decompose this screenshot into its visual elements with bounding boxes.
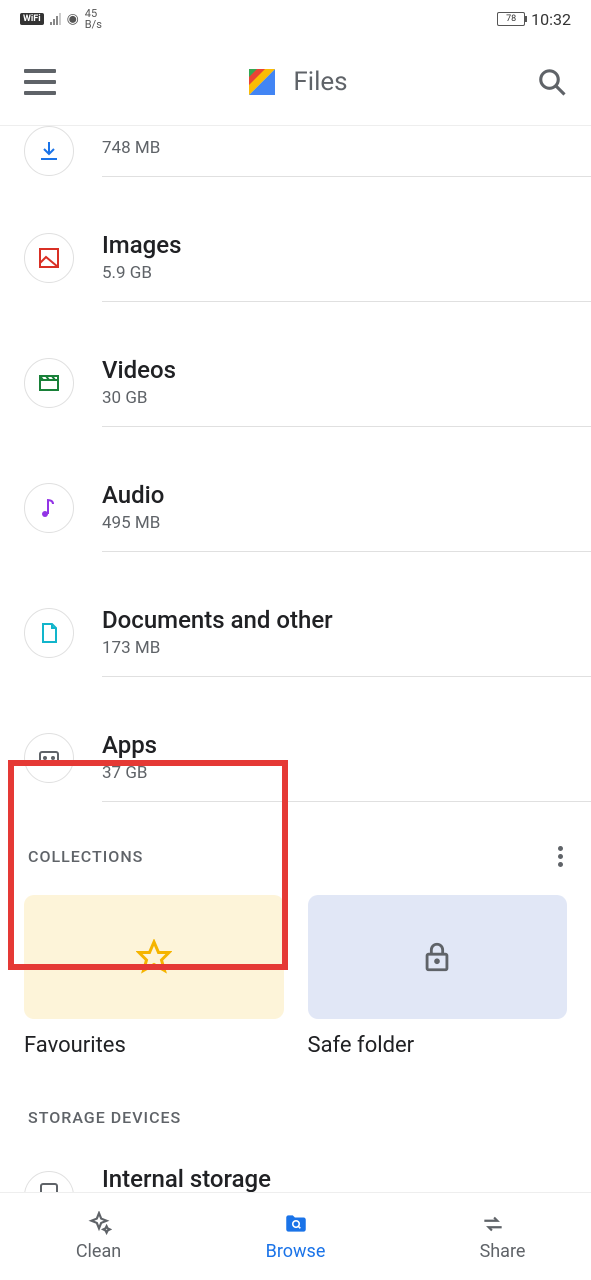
category-size: 5.9 GB (102, 263, 591, 283)
section-title: COLLECTIONS (28, 847, 143, 866)
wifi-badge: WiFi (20, 13, 44, 25)
image-icon (24, 233, 74, 283)
clock: 10:32 (531, 10, 571, 29)
nav-clean[interactable]: Clean (0, 1193, 197, 1280)
category-videos[interactable]: Videos 30 GB (0, 320, 591, 445)
files-logo-icon (245, 65, 279, 99)
category-name: Audio (102, 481, 591, 509)
nav-label: Share (480, 1241, 526, 1262)
star-icon (136, 939, 172, 975)
section-title: STORAGE DEVICES (28, 1108, 181, 1127)
collection-safe-folder[interactable]: Safe folder (308, 895, 568, 1058)
audio-icon (24, 483, 74, 533)
video-icon (24, 358, 74, 408)
menu-button[interactable] (24, 69, 56, 95)
network-speed: 45 B/s (85, 8, 102, 30)
folder-search-icon (283, 1211, 309, 1237)
category-audio[interactable]: Audio 495 MB (0, 445, 591, 570)
more-button[interactable] (554, 842, 567, 871)
storage-name: Internal storage (102, 1165, 591, 1192)
collection-label: Favourites (24, 1033, 284, 1058)
bottom-nav: Clean Browse Share (0, 1192, 591, 1280)
category-size: 748 MB (102, 138, 591, 158)
category-name: Documents and other (102, 606, 591, 634)
app-title: Files (293, 67, 347, 97)
collection-label: Safe folder (308, 1033, 568, 1058)
category-documents[interactable]: Documents and other 173 MB (0, 570, 591, 695)
category-name: Videos (102, 356, 591, 384)
battery-icon: 78 (497, 12, 525, 26)
category-size: 495 MB (102, 513, 591, 533)
category-size: 173 MB (102, 638, 591, 658)
category-size: 37 GB (102, 763, 591, 783)
nav-label: Browse (266, 1241, 326, 1262)
category-images[interactable]: Images 5.9 GB (0, 195, 591, 320)
signal-icon (50, 13, 61, 25)
document-icon (24, 608, 74, 658)
lock-icon (420, 940, 454, 974)
category-apps[interactable]: Apps 37 GB (0, 695, 591, 820)
collections-header: COLLECTIONS (0, 820, 591, 881)
swap-icon (480, 1211, 506, 1237)
category-name: Apps (102, 731, 591, 759)
category-size: 30 GB (102, 388, 591, 408)
sparkle-icon (86, 1211, 112, 1237)
storage-header: STORAGE DEVICES (0, 1078, 591, 1137)
category-name: Images (102, 231, 591, 259)
app-bar: Files (0, 38, 591, 126)
nav-browse[interactable]: Browse (197, 1193, 394, 1280)
search-button[interactable] (537, 67, 567, 97)
download-icon (24, 126, 74, 176)
phone-icon (24, 1171, 74, 1193)
nav-share[interactable]: Share (394, 1193, 591, 1280)
category-downloads[interactable]: 748 MB (0, 126, 591, 195)
wifi-icon: ◉ (67, 11, 79, 27)
collection-favourites[interactable]: Favourites (24, 895, 284, 1058)
apps-icon (24, 733, 74, 783)
storage-internal[interactable]: Internal storage 11 GB free (0, 1137, 591, 1192)
nav-label: Clean (76, 1241, 121, 1262)
category-list: 748 MB Images 5.9 GB Videos 30 GB Audio … (0, 126, 591, 820)
status-bar: WiFi ◉ 45 B/s 78 10:32 (0, 0, 591, 38)
